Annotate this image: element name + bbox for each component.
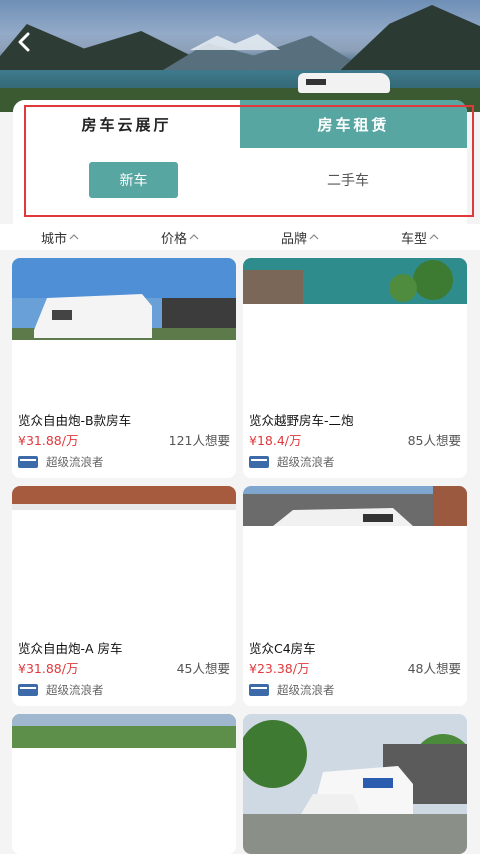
filter-label: 城市	[40, 231, 67, 247]
filter-model[interactable]: 车型	[360, 224, 480, 250]
subtab-new-car[interactable]: 新车	[89, 162, 178, 198]
back-button[interactable]	[10, 28, 38, 56]
listing-price: ¥18.4/万	[249, 433, 302, 448]
caret-up-icon	[189, 234, 199, 240]
rv-in-banner	[298, 73, 390, 93]
listing-card[interactable]: 览众越野房车-二炮 ¥18.4/万 85人想要 超级流浪者	[243, 258, 467, 478]
dealer-logo	[18, 456, 38, 468]
listing-title: 览众自由炮-B款房车	[18, 413, 132, 428]
caret-up-icon	[69, 234, 79, 240]
listing-price: ¥23.38/万	[249, 661, 310, 676]
filter-label: 品牌	[280, 231, 307, 247]
tab-rv-showroom[interactable]: 房车云展厅	[13, 100, 240, 148]
dealer-logo	[18, 684, 38, 696]
listing-card[interactable]	[243, 714, 467, 854]
subtab-used-car[interactable]: 二手车	[303, 162, 393, 198]
listing-want-count: 85人想要	[407, 433, 461, 448]
listing-image	[12, 714, 236, 854]
listing-card[interactable]: 览众C4房车 ¥23.38/万 48人想要 超级流浪者	[243, 486, 467, 706]
listing-image	[243, 714, 467, 854]
filter-brand[interactable]: 品牌	[240, 224, 360, 250]
dealer-logo	[249, 456, 269, 468]
dealer-name: 超级流浪者	[277, 683, 335, 697]
caret-up-icon	[429, 234, 439, 240]
filter-price[interactable]: 价格	[120, 224, 240, 250]
listing-image	[243, 258, 467, 398]
dealer-logo	[249, 684, 269, 696]
tab-rv-rental[interactable]: 房车租赁	[240, 100, 467, 148]
listing-want-count: 48人想要	[407, 661, 461, 676]
listing-title: 览众自由炮-A 房车	[18, 641, 123, 656]
dealer-name: 超级流浪者	[46, 683, 104, 697]
caret-up-icon	[309, 234, 319, 240]
main-tabs: 房车云展厅 房车租赁	[13, 100, 467, 148]
listing-want-count: 121人想要	[168, 433, 230, 448]
filter-label: 车型	[400, 231, 427, 247]
listing-card[interactable]: 览众自由炮-A 房车 ¥31.88/万 45人想要 超级流浪者	[12, 486, 236, 706]
dealer-name: 超级流浪者	[277, 455, 335, 469]
category-panel: 房车云展厅 房车租赁 新车 二手车	[13, 100, 467, 224]
listing-title: 览众越野房车-二炮	[249, 413, 354, 428]
sub-tabs: 新车 二手车	[13, 148, 467, 224]
chevron-left-icon	[18, 32, 30, 52]
filter-label: 价格	[160, 231, 187, 247]
filter-bar: 城市 价格 品牌 车型	[0, 224, 480, 250]
listing-want-count: 45人想要	[176, 661, 230, 676]
listing-title: 览众C4房车	[249, 641, 316, 656]
listing-price: ¥31.88/万	[18, 661, 79, 676]
filter-city[interactable]: 城市	[0, 224, 120, 250]
hero-banner-image	[0, 0, 480, 112]
listing-price: ¥31.88/万	[18, 433, 79, 448]
listing-card[interactable]	[12, 714, 236, 854]
listing-image	[243, 486, 467, 626]
dealer-name: 超级流浪者	[46, 455, 104, 469]
listing-image	[12, 486, 236, 626]
listing-card[interactable]: 览众自由炮-B款房车 ¥31.88/万 121人想要 超级流浪者	[12, 258, 236, 478]
listing-image	[12, 258, 236, 398]
